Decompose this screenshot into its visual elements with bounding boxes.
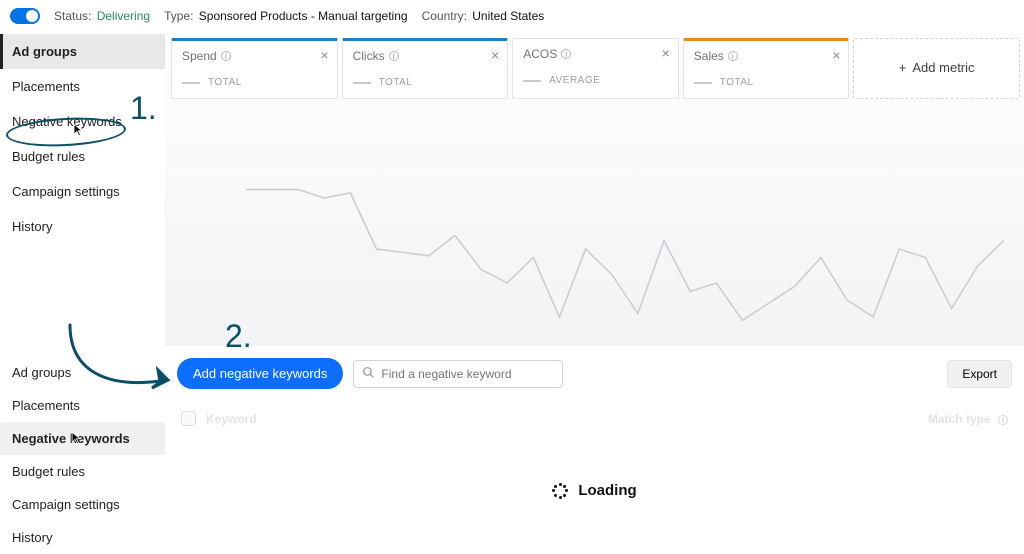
metric-sub: TOTAL — [379, 77, 413, 88]
sidebar-item-negative-keywords[interactable]: Negative keywords — [0, 422, 165, 455]
sidebar-item-label: Negative keywords — [12, 114, 122, 129]
country-kv: Country: United States — [422, 9, 545, 23]
search-icon — [362, 366, 375, 382]
metric-title: Spend — [182, 49, 217, 63]
sidebar-item-label: Ad groups — [12, 365, 71, 380]
add-metric-button[interactable]: + Add metric — [853, 38, 1020, 99]
action-bar: Add negative keywords Export — [177, 358, 1012, 389]
sidebar-item-label: History — [12, 530, 52, 545]
sidebar-item-placements[interactable]: Placements — [0, 69, 165, 104]
type-value: Sponsored Products - Manual targeting — [199, 9, 408, 23]
loading-indicator: Loading — [177, 482, 1012, 499]
sidebar-item-label: Placements — [12, 79, 80, 94]
add-negative-keywords-button[interactable]: Add negative keywords — [177, 358, 343, 389]
sidebar-item-budget-rules[interactable]: Budget rules — [0, 455, 165, 488]
close-icon[interactable]: × — [320, 47, 328, 63]
type-kv: Type: Sponsored Products - Manual target… — [164, 9, 408, 23]
status-toggle[interactable] — [10, 8, 40, 24]
dash-icon — [182, 82, 200, 84]
sidebar-item-label: History — [12, 219, 52, 234]
metric-cards: Spendi × TOTAL Clicksi × TOTAL ACOSi × A… — [171, 38, 1020, 99]
metric-sub: AVERAGE — [549, 75, 600, 86]
sidebar-item-label: Campaign settings — [12, 184, 120, 199]
column-matchtype[interactable]: Match type i — [928, 412, 1008, 426]
info-icon[interactable]: i — [389, 51, 399, 61]
close-icon[interactable]: × — [662, 45, 670, 61]
sidebar-item-campaign-settings[interactable]: Campaign settings — [0, 488, 165, 521]
sidebar-item-history[interactable]: History — [0, 521, 165, 554]
column-keyword[interactable]: Keyword — [206, 412, 257, 426]
search-input[interactable] — [381, 367, 554, 381]
metric-title: ACOS — [523, 47, 557, 61]
sidebar-item-label: Placements — [12, 398, 80, 413]
sidebar-item-label: Budget rules — [12, 464, 85, 479]
sidebar-item-label: Campaign settings — [12, 497, 120, 512]
status-row: Status: Delivering Type: Sponsored Produ… — [0, 0, 1024, 34]
close-icon[interactable]: × — [832, 47, 840, 63]
sidebar-item-budget-rules[interactable]: Budget rules — [0, 139, 165, 174]
loading-text: Loading — [578, 482, 636, 499]
sidebar-item-ad-groups[interactable]: Ad groups — [0, 356, 165, 389]
trend-chart — [165, 156, 1024, 346]
sidebar-item-label: Ad groups — [12, 44, 77, 59]
info-icon[interactable]: i — [221, 51, 231, 61]
sidebar-lower: Ad groups Placements Negative keywords B… — [0, 346, 165, 554]
sidebar-upper: Ad groups Placements Negative keywords B… — [0, 34, 165, 346]
country-value: United States — [472, 9, 544, 23]
dash-icon — [523, 80, 541, 82]
dash-icon — [353, 82, 371, 84]
type-label: Type: — [164, 9, 193, 23]
metric-sub: TOTAL — [720, 77, 754, 88]
sidebar-item-label: Budget rules — [12, 149, 85, 164]
metric-card-spend[interactable]: Spendi × TOTAL — [171, 38, 338, 99]
country-label: Country: — [422, 9, 467, 23]
info-icon[interactable]: i — [561, 49, 571, 59]
cursor-icon — [70, 431, 80, 441]
table-header: Keyword Match type i — [177, 405, 1012, 432]
sidebar-item-campaign-settings[interactable]: Campaign settings — [0, 174, 165, 209]
select-all-checkbox[interactable] — [181, 411, 196, 426]
metric-title: Clicks — [353, 49, 385, 63]
cursor-icon — [72, 123, 86, 140]
sidebar-item-history[interactable]: History — [0, 209, 165, 244]
info-icon: i — [998, 415, 1008, 425]
status-label: Status: — [54, 9, 91, 23]
negative-keywords-panel: Add negative keywords Export Keyword Mat… — [165, 346, 1024, 554]
metric-title: Sales — [694, 49, 724, 63]
search-input-wrapper[interactable] — [353, 360, 563, 388]
spinner-icon — [552, 483, 568, 499]
add-metric-label: Add metric — [912, 60, 974, 75]
metric-card-acos[interactable]: ACOS i × AVERAGE — [512, 38, 679, 99]
status-kv: Status: Delivering — [54, 9, 150, 23]
plus-icon: + — [899, 60, 907, 75]
close-icon[interactable]: × — [491, 47, 499, 63]
main-panel: Spendi × TOTAL Clicksi × TOTAL ACOSi × A… — [165, 34, 1024, 346]
sidebar-item-placements[interactable]: Placements — [0, 389, 165, 422]
dash-icon — [694, 82, 712, 84]
metric-sub: TOTAL — [208, 77, 242, 88]
export-button[interactable]: Export — [947, 360, 1012, 388]
sidebar-item-ad-groups[interactable]: Ad groups — [0, 34, 165, 69]
metric-card-sales[interactable]: Salesi × TOTAL — [683, 38, 850, 99]
info-icon[interactable]: i — [728, 51, 738, 61]
metric-card-clicks[interactable]: Clicksi × TOTAL — [342, 38, 509, 99]
status-value: Delivering — [97, 9, 150, 23]
